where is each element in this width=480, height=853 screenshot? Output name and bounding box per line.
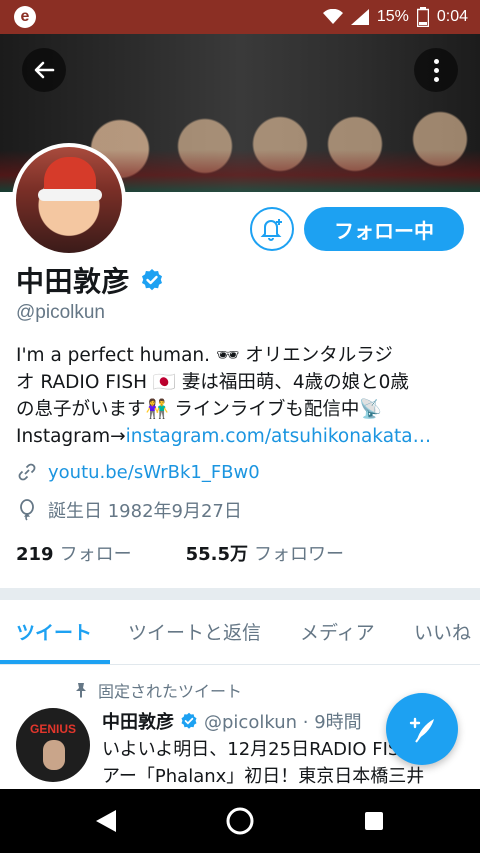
- nav-home-button[interactable]: [222, 803, 258, 839]
- more-options-button[interactable]: [414, 48, 458, 92]
- recents-square-icon: [365, 812, 383, 830]
- profile-avatar[interactable]: [12, 143, 126, 257]
- system-navigation-bar: [0, 789, 480, 853]
- bio-line: I'm a perfect human. 🕶 オリエンタルラジ: [16, 345, 393, 366]
- birthday-row: 誕生日 1982年9月27日: [16, 497, 242, 523]
- verified-badge-icon: [142, 269, 163, 291]
- bio-instagram-prefix: Instagram→: [16, 426, 126, 447]
- profile-bio: I'm a perfect human. 🕶 オリエンタルラジ オ RADIO …: [16, 342, 466, 450]
- status-bar: e 15% 0:04: [0, 0, 480, 34]
- following-button[interactable]: フォロー中: [304, 207, 464, 251]
- instagram-link[interactable]: instagram.com/atsuhikonakata…: [126, 426, 432, 447]
- status-right: 15% 0:04: [322, 6, 468, 28]
- battery-icon: [416, 7, 429, 27]
- home-circle-icon: [226, 807, 254, 835]
- bio-line: の息子がいます👫 ラインライブも配信中📡: [16, 399, 383, 420]
- follow-counts: 219 フォロー 55.5万 フォロワー: [16, 540, 344, 566]
- birthday-text: 誕生日 1982年9月27日: [48, 501, 242, 522]
- following-label: フォロー: [59, 544, 132, 565]
- back-arrow-icon: [34, 61, 55, 79]
- bio-line: Instagram→instagram.com/atsuhikonakata…: [16, 423, 466, 450]
- overflow-menu-icon: [433, 67, 439, 73]
- santa-hat-graphic: [38, 157, 102, 201]
- tweet-avatar-figure: [43, 740, 65, 770]
- active-tab-indicator: [0, 660, 110, 664]
- followers-count-link[interactable]: 55.5万 フォロワー: [186, 540, 344, 566]
- tab-likes[interactable]: いいね: [414, 618, 471, 645]
- nav-back-button[interactable]: [88, 803, 124, 839]
- profile-url-link[interactable]: youtu.be/sWrBk1_FBw0: [48, 462, 260, 483]
- compose-feather-icon: [409, 717, 434, 743]
- tweet-author-name: 中田敦彦: [102, 712, 174, 733]
- profile-url-row: youtu.be/sWrBk1_FBw0: [16, 461, 260, 483]
- pinned-label: 固定されたツイート: [98, 682, 243, 701]
- tweet-meta: @picolkun · 9時間: [204, 712, 362, 733]
- back-button[interactable]: [22, 48, 66, 92]
- notifications-button[interactable]: [250, 207, 294, 251]
- following-count-link[interactable]: 219 フォロー: [16, 540, 132, 566]
- followers-label: フォロワー: [254, 544, 344, 565]
- user-handle: @picolkun: [16, 302, 105, 323]
- app-notification-icon: e: [14, 6, 36, 28]
- verified-badge-icon: [181, 712, 197, 729]
- section-divider: [0, 588, 480, 600]
- tweet-header: 中田敦彦 @picolkun · 9時間: [102, 708, 362, 734]
- bell-plus-icon: [260, 219, 282, 241]
- battery-percent: 15%: [376, 8, 409, 25]
- tweet-avatar-text: GENIUS: [29, 722, 76, 736]
- profile-tabs: ツイート ツイートと返信 メディア いいね: [0, 600, 480, 665]
- tab-tweets[interactable]: ツイート: [16, 618, 92, 645]
- tab-tweets-and-replies[interactable]: ツイートと返信: [128, 618, 261, 645]
- name-row: 中田敦彦: [16, 260, 164, 300]
- pinned-tweet-header: 固定されたツイート: [74, 678, 242, 702]
- tab-media[interactable]: メディア: [300, 618, 375, 645]
- wifi-icon: [322, 9, 343, 24]
- nav-recents-button[interactable]: [356, 803, 392, 839]
- display-name: 中田敦彦: [16, 265, 131, 298]
- compose-tweet-button[interactable]: [386, 693, 458, 765]
- clock: 0:04: [436, 8, 468, 25]
- tweet-line: アー「Phalanx」初日！東京日本橋三井: [102, 766, 425, 787]
- following-count: 219: [16, 544, 54, 565]
- bio-line: オ RADIO FISH 🇯🇵 妻は福田萌、4歳の娘と0歳: [16, 372, 409, 393]
- balloon-icon: [20, 499, 34, 521]
- tweet-author-avatar[interactable]: GENIUS: [16, 708, 90, 782]
- signal-icon: [350, 9, 369, 25]
- link-icon: [18, 463, 36, 481]
- followers-count: 55.5万: [185, 544, 248, 565]
- back-triangle-icon: [96, 810, 116, 832]
- pin-icon: [76, 683, 86, 698]
